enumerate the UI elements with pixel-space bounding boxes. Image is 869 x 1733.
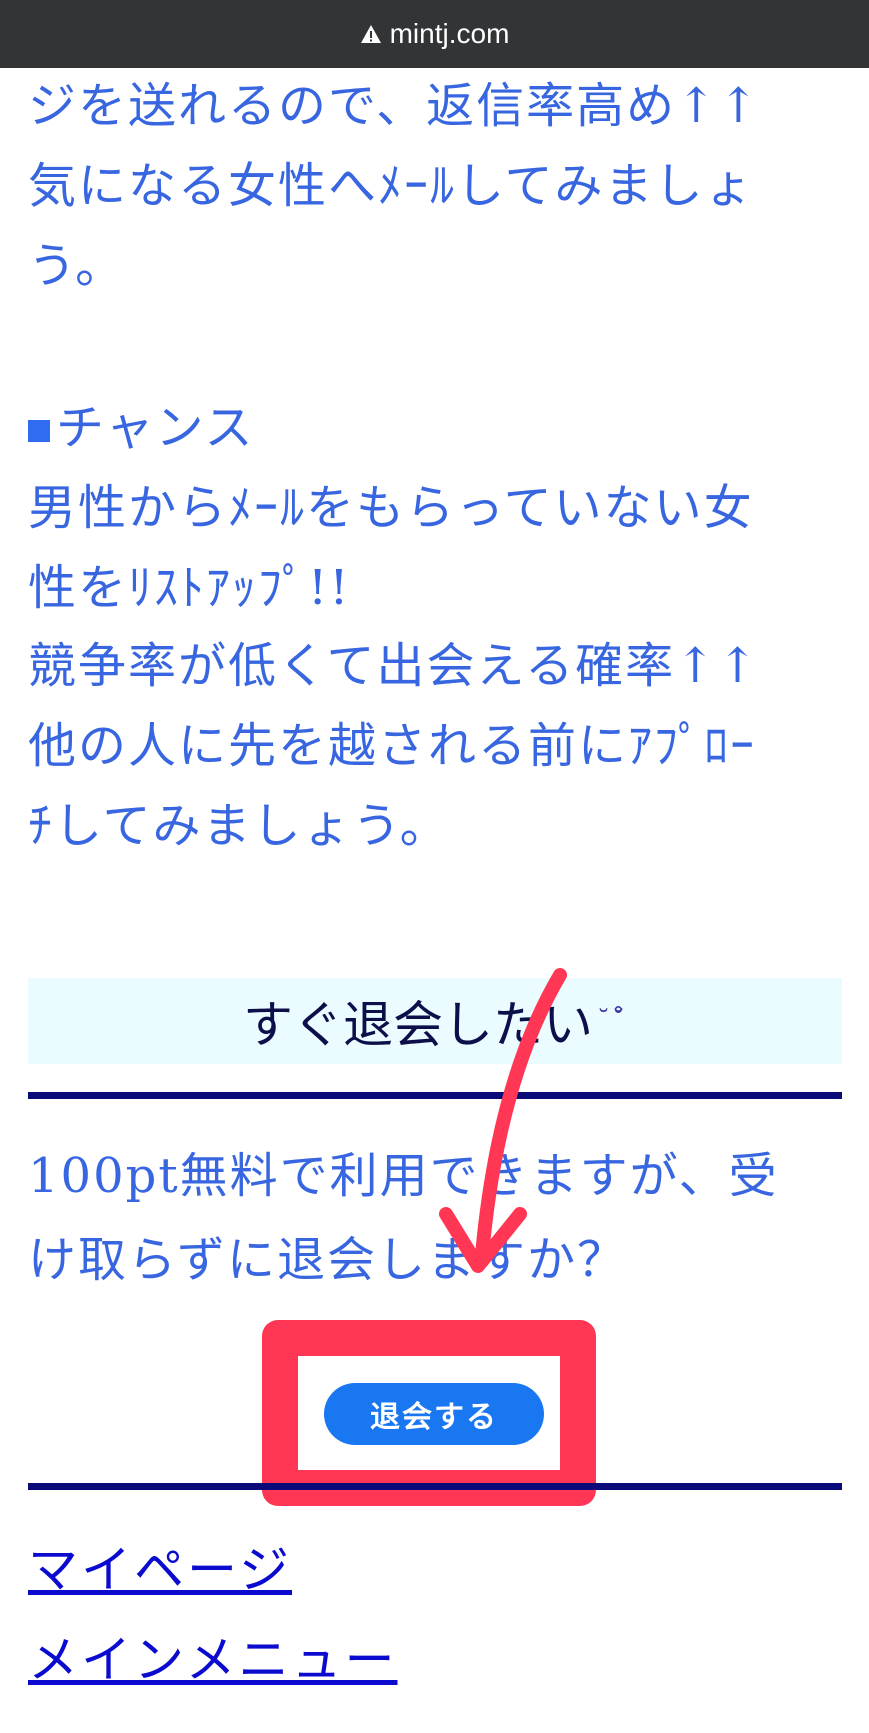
body-text-line: ﾁしてみましょう。	[28, 798, 450, 854]
body-text-line: ジを送れるので、返信率高め↑↑	[28, 78, 761, 134]
notice-line: け取らずに退会しますか？	[28, 1232, 628, 1288]
section-heading-text: チャンス	[56, 400, 255, 456]
body-text-line: 気になる女性へﾒｰﾙしてみましょ	[28, 158, 755, 214]
body-text-line: 他の人に先を越される前にｱﾌﾟﾛｰ	[28, 718, 757, 774]
browser-url-bar[interactable]: mintj.com	[0, 0, 869, 68]
section-heading: チャンス	[28, 398, 255, 458]
withdraw-button[interactable]: 退会する	[324, 1383, 544, 1445]
warning-icon	[360, 25, 381, 43]
body-text-line: 性をﾘｽﾄｱｯﾌﾟ!!	[28, 560, 351, 616]
withdraw-banner: すぐ退会したい ˘˘̊	[28, 978, 842, 1064]
body-text-line: う。	[28, 238, 126, 294]
link-main-menu[interactable]: メインメニュー	[28, 1620, 398, 1692]
body-text-line: 男性からﾒｰﾙをもらっていない女	[28, 480, 754, 536]
square-bullet-icon	[28, 420, 50, 442]
notice-line: 100pt無料で利用できますが、受	[28, 1148, 779, 1204]
body-text-line: 競争率が低くて出会える確率↑↑	[28, 638, 760, 694]
url-text: mintj.com	[389, 18, 510, 49]
divider	[28, 1092, 842, 1099]
link-mypage[interactable]: マイページ	[28, 1530, 292, 1602]
withdraw-banner-title: すぐ退会したい	[243, 996, 593, 1054]
divider	[28, 1483, 842, 1490]
sweat-emoji-icon: ˘˘̊	[597, 1006, 627, 1036]
